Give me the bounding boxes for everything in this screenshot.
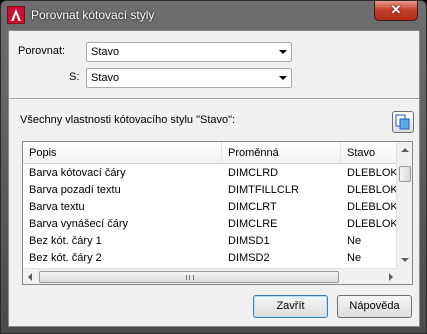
chevron-down-icon	[279, 76, 287, 80]
compare-select-value: Stavo	[91, 46, 120, 58]
properties-label: Všechny vlastnosti kótovacího stylu "Sta…	[20, 114, 236, 126]
separator	[9, 98, 419, 100]
table-row[interactable]: Barva textu DIMCLRT DLEBLOKU	[23, 199, 406, 216]
close-button[interactable]: Zavřít	[253, 295, 328, 318]
column-header-description[interactable]: Popis	[23, 142, 222, 164]
column-header-variable[interactable]: Proměnná	[222, 142, 341, 164]
with-select[interactable]: Stavo	[86, 68, 292, 88]
title-bar[interactable]: Porovnat kótovací styly ✕	[1, 1, 426, 29]
vertical-scroll-thumb[interactable]	[399, 166, 411, 182]
table-row[interactable]: Barva vynášecí čáry DIMCLRE DLEBLOKU	[23, 216, 406, 233]
dialog-client-area: Porovnat: Stavo S: Stavo Všechny vlastno…	[8, 30, 420, 327]
compare-select[interactable]: Stavo	[86, 42, 292, 62]
scroll-down-icon[interactable]	[401, 258, 409, 262]
close-icon: ✕	[390, 2, 402, 17]
grip-icon	[186, 275, 194, 280]
table-header: Popis Proměnná Stavo	[23, 142, 398, 164]
table-row[interactable]: Bez kót. čáry 2 DIMSD2 Ne	[23, 250, 398, 267]
horizontal-scrollbar[interactable]	[23, 268, 398, 284]
horizontal-scroll-thumb[interactable]	[39, 271, 339, 283]
vertical-scrollbar[interactable]	[396, 142, 412, 268]
properties-table[interactable]: Popis Proměnná Stavo Barva kótovací čáry…	[22, 141, 413, 285]
scroll-right-icon[interactable]	[389, 273, 393, 281]
dialog-window: Porovnat kótovací styly ✕ Porovnat: Stav…	[0, 0, 427, 334]
table-row[interactable]: Barva kótovací čáry DIMCLRD DLEBLOKU	[23, 165, 406, 182]
column-header-style[interactable]: Stavo	[341, 142, 401, 164]
compare-label: Porovnat:	[18, 45, 66, 57]
scroll-left-icon[interactable]	[28, 273, 32, 281]
with-label: S:	[69, 71, 80, 83]
scrollbar-corner	[396, 268, 412, 284]
close-window-button[interactable]: ✕	[374, 1, 418, 21]
window-title: Porovnat kótovací styly	[31, 8, 155, 22]
table-row[interactable]: Bez kót. čáry 1 DIMSD1 Ne	[23, 233, 398, 250]
table-row[interactable]: Barva pozadí textu DIMTFILLCLR DLEBLOKU	[23, 182, 406, 199]
scroll-up-icon[interactable]	[401, 148, 409, 152]
with-select-value: Stavo	[91, 72, 120, 84]
copy-to-clipboard-icon	[395, 114, 410, 130]
table-body: Barva kótovací čáry DIMCLRD DLEBLOKU Bar…	[23, 165, 406, 267]
autocad-icon	[7, 6, 25, 24]
help-button[interactable]: Nápověda	[337, 295, 412, 318]
chevron-down-icon	[279, 50, 287, 54]
copy-to-clipboard-button[interactable]	[392, 111, 414, 133]
